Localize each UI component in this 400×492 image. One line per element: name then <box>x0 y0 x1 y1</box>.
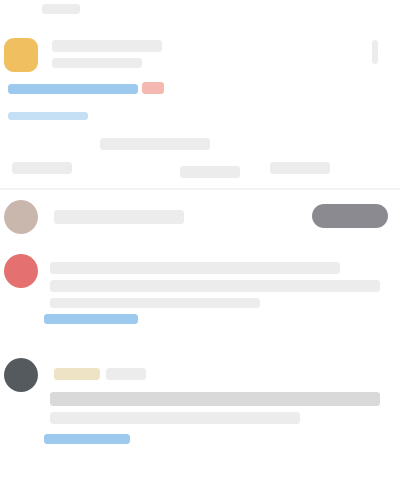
post-2-text-line-1 <box>50 392 380 406</box>
header-title <box>52 40 162 52</box>
toolbar-heading <box>100 138 210 150</box>
post-2-link[interactable] <box>44 434 130 444</box>
tab-1[interactable] <box>12 162 72 174</box>
top-label <box>42 4 80 14</box>
post-2-text-line-2 <box>50 412 300 424</box>
header-link-secondary[interactable] <box>8 112 88 120</box>
follow-button[interactable] <box>312 204 388 228</box>
header-subtitle <box>52 58 142 68</box>
suggestion-name <box>54 210 184 224</box>
suggestion-avatar[interactable] <box>4 200 38 234</box>
post-2-avatar[interactable] <box>4 358 38 392</box>
tab-3[interactable] <box>270 162 330 174</box>
header-link[interactable] <box>8 84 138 94</box>
post-2-author <box>106 368 146 380</box>
post-1-link[interactable] <box>44 314 138 324</box>
post-1-author <box>50 262 340 274</box>
tab-2[interactable] <box>180 166 240 178</box>
divider <box>0 188 400 190</box>
header-badge <box>142 82 164 94</box>
post-2-tag <box>54 368 100 380</box>
post-1-text-line-2 <box>50 298 260 308</box>
post-1-avatar[interactable] <box>4 254 38 288</box>
more-vertical-icon[interactable] <box>372 40 378 64</box>
header-avatar[interactable] <box>4 38 38 72</box>
post-1-text-line-1 <box>50 280 380 292</box>
